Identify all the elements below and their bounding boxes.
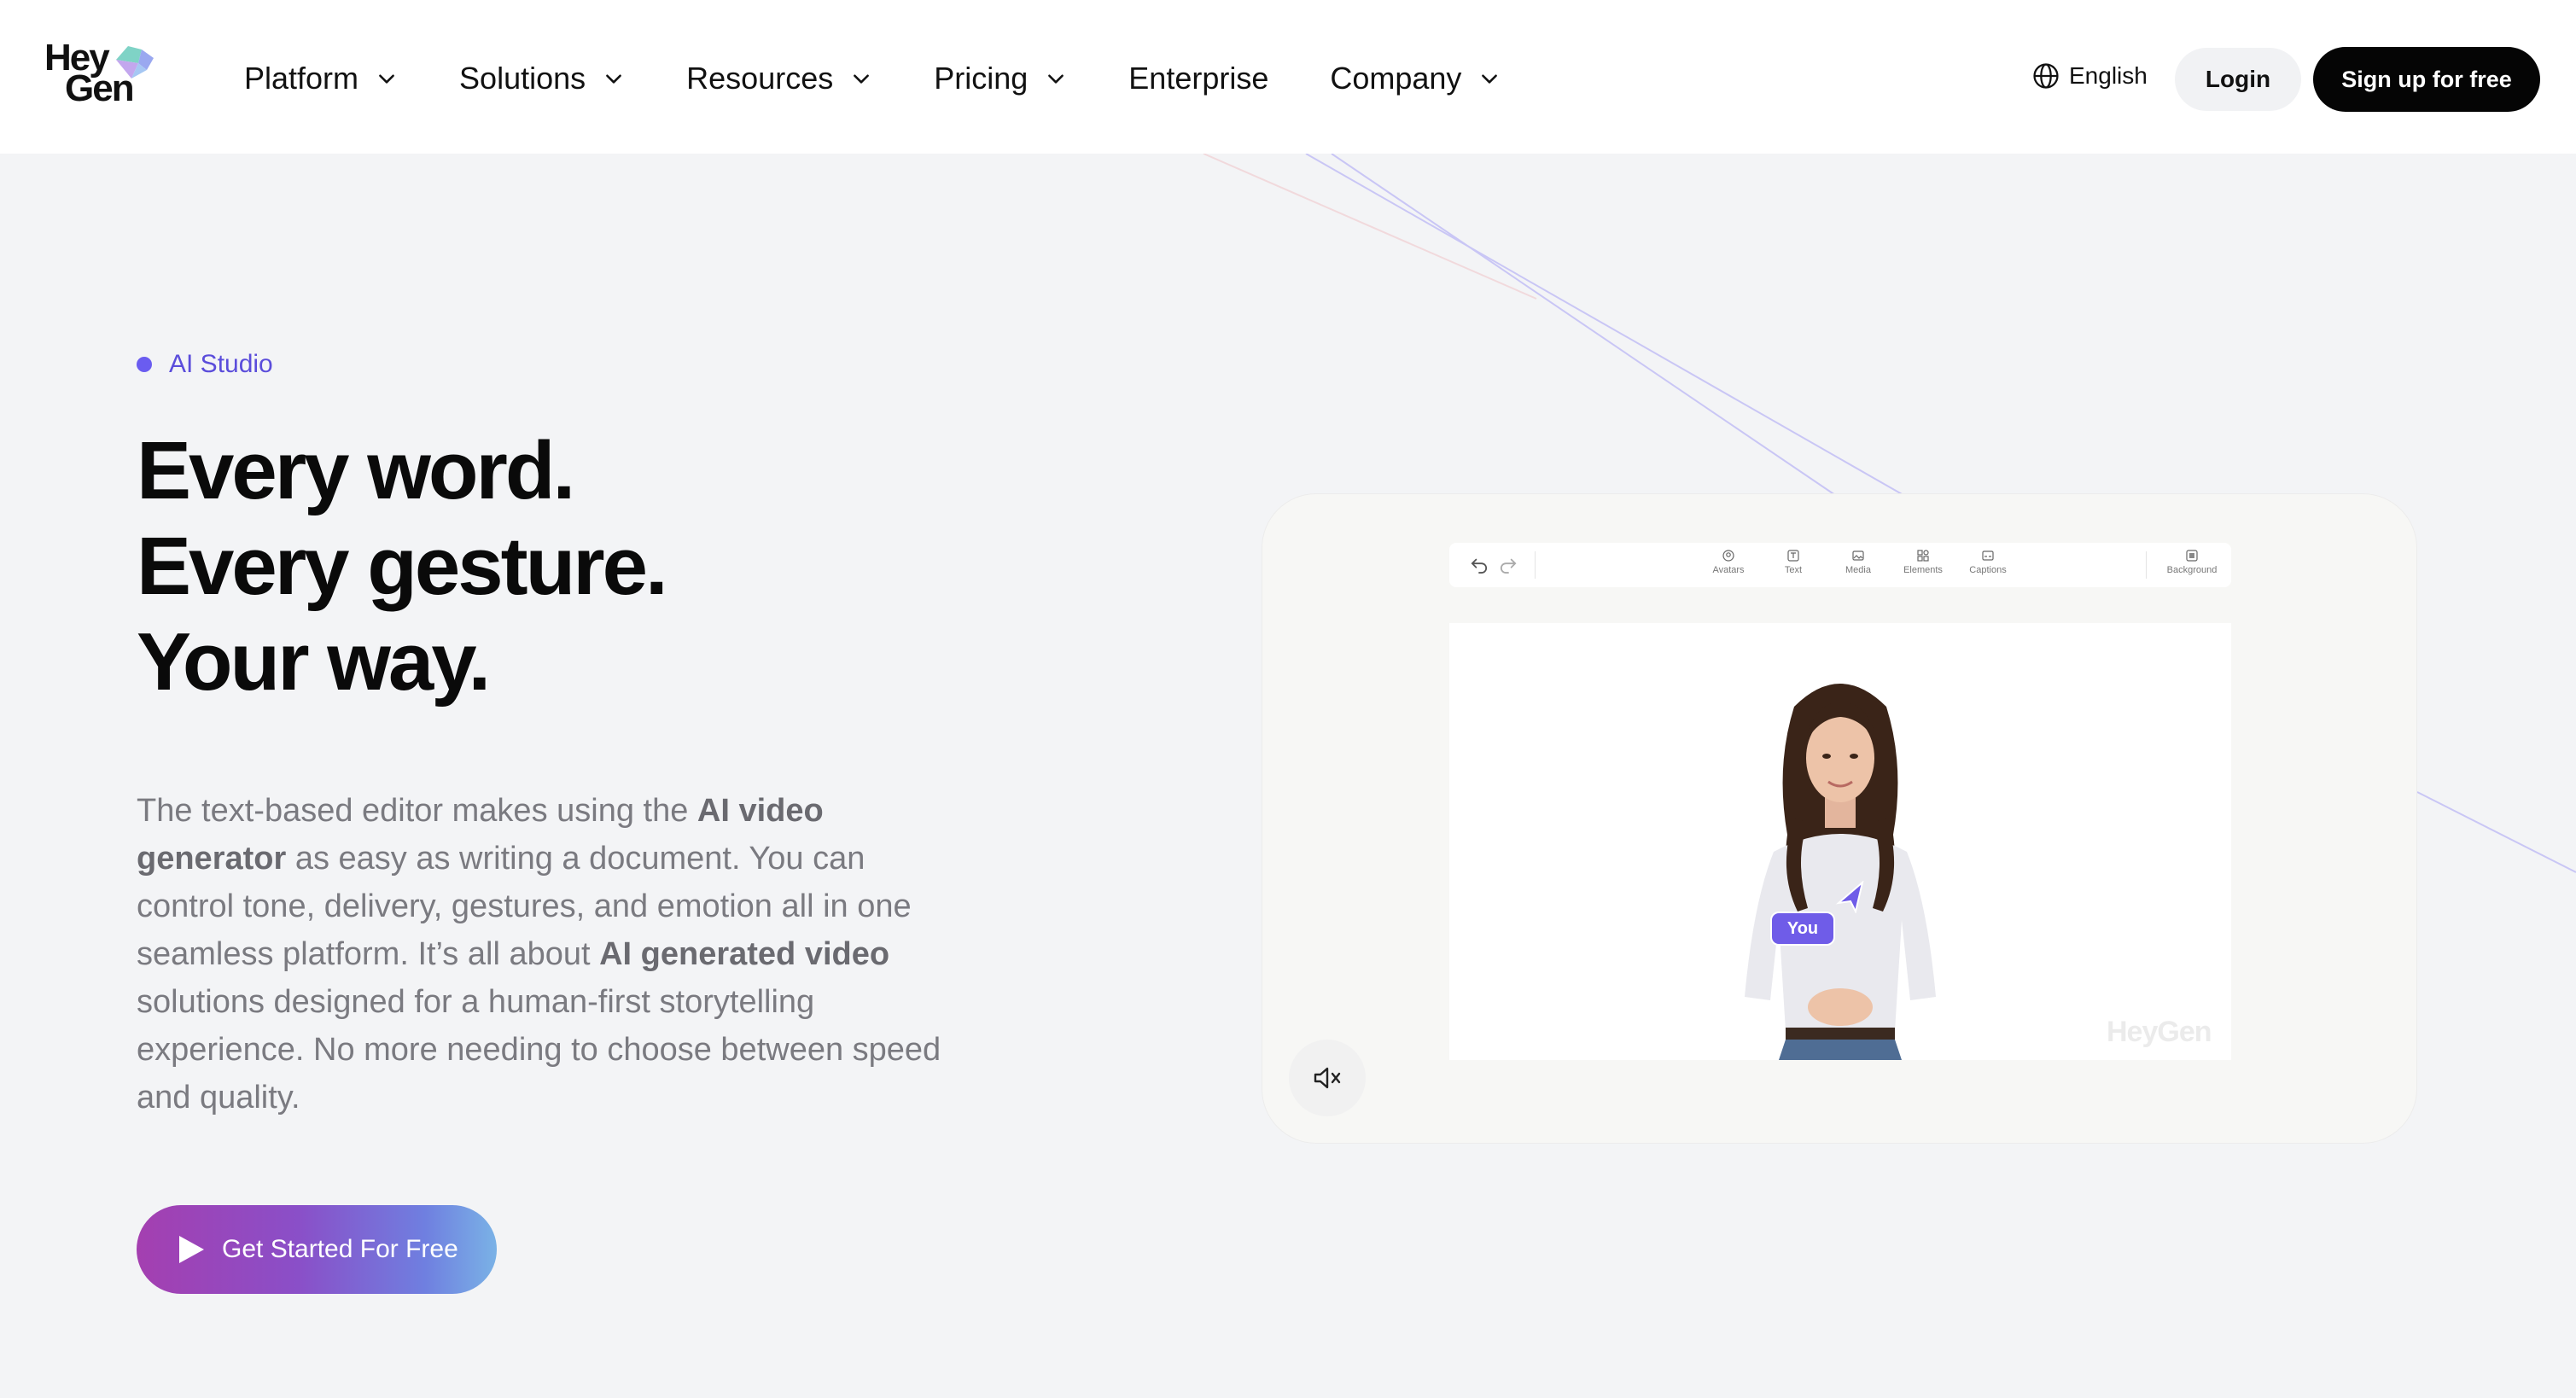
background-icon bbox=[2186, 550, 2198, 562]
nav-resources-label: Resources bbox=[686, 61, 834, 96]
tool-avatars-label: Avatars bbox=[1712, 565, 1745, 575]
site-header: Hey Gen Platform Solutions Resources Pri… bbox=[0, 0, 2576, 154]
video-canvas[interactable]: You HeyGen bbox=[1449, 623, 2231, 1060]
language-label: English bbox=[2069, 62, 2148, 89]
eyebrow-label: AI Studio bbox=[169, 350, 273, 378]
headline-line-3: Your way. bbox=[137, 616, 491, 708]
tool-background[interactable]: Background bbox=[2158, 550, 2226, 575]
image-icon bbox=[1852, 550, 1864, 561]
elements-icon bbox=[1917, 550, 1929, 562]
eyebrow-ai-studio: AI Studio bbox=[137, 350, 273, 379]
language-selector[interactable]: English bbox=[2031, 61, 2148, 90]
logo-gem-icon bbox=[116, 46, 154, 79]
headline-line-1: Every word. bbox=[137, 425, 575, 516]
toolbar-divider bbox=[2146, 551, 2147, 579]
tool-media-label: Media bbox=[1845, 565, 1871, 575]
eyebrow-dot bbox=[137, 357, 152, 372]
main-nav: Platform Solutions Resources Pricing Ent… bbox=[244, 53, 1562, 104]
undo-icon[interactable] bbox=[1470, 556, 1489, 574]
tool-background-label: Background bbox=[2166, 565, 2218, 575]
cursor-icon bbox=[1835, 881, 1864, 913]
heygen-watermark: HeyGen bbox=[2107, 1016, 2212, 1048]
description-part-3: solutions designed for a human-first sto… bbox=[137, 984, 941, 1115]
avatar-icon bbox=[1722, 550, 1734, 562]
collaborator-tag: You bbox=[1770, 912, 1835, 946]
get-started-button[interactable]: Get Started For Free bbox=[137, 1205, 497, 1294]
chevron-down-icon bbox=[1048, 74, 1064, 84]
editor-preview: Avatars Text Media Elements Captions Bac… bbox=[1262, 493, 2417, 1144]
get-started-label: Get Started For Free bbox=[222, 1235, 458, 1263]
play-icon bbox=[179, 1236, 204, 1263]
tool-media[interactable]: Media bbox=[1828, 550, 1888, 575]
nav-platform[interactable]: Platform bbox=[244, 61, 398, 96]
headline-line-2: Every gesture. bbox=[137, 521, 668, 612]
nav-pricing-label: Pricing bbox=[934, 61, 1029, 96]
chevron-down-icon bbox=[606, 74, 622, 84]
tool-elements[interactable]: Elements bbox=[1893, 550, 1953, 575]
description-part-1: The text-based editor makes using the bbox=[137, 793, 697, 829]
tool-elements-label: Elements bbox=[1903, 565, 1943, 575]
hero-headline: Every word. Every gesture. Your way. bbox=[137, 423, 668, 710]
captions-icon bbox=[1982, 550, 1994, 561]
chevron-down-icon bbox=[1482, 74, 1498, 84]
speaker-muted-icon bbox=[1314, 1067, 1341, 1089]
chevron-down-icon bbox=[854, 74, 870, 84]
chevron-down-icon bbox=[379, 74, 394, 84]
nav-company-label: Company bbox=[1330, 61, 1462, 96]
login-button[interactable]: Login bbox=[2175, 48, 2301, 111]
tool-avatars[interactable]: Avatars bbox=[1699, 550, 1758, 575]
toolbar-divider bbox=[1535, 551, 1536, 579]
mute-button[interactable] bbox=[1289, 1040, 1366, 1116]
nav-company[interactable]: Company bbox=[1330, 61, 1501, 96]
nav-solutions-label: Solutions bbox=[459, 61, 586, 96]
hero-description: The text-based editor makes using the AI… bbox=[137, 787, 956, 1121]
nav-pricing[interactable]: Pricing bbox=[934, 61, 1067, 96]
signup-button[interactable]: Sign up for free bbox=[2313, 47, 2540, 112]
tool-text[interactable]: Text bbox=[1763, 550, 1823, 575]
nav-solutions[interactable]: Solutions bbox=[459, 61, 625, 96]
heygen-logo[interactable]: Hey Gen bbox=[44, 39, 155, 111]
tool-text-label: Text bbox=[1784, 565, 1803, 575]
redo-icon[interactable] bbox=[1499, 556, 1518, 574]
presenter-avatar bbox=[1745, 684, 1936, 1060]
text-icon bbox=[1787, 550, 1799, 562]
globe-icon bbox=[2033, 63, 2059, 89]
nav-enterprise-label: Enterprise bbox=[1128, 61, 1269, 96]
editor-toolbar: Avatars Text Media Elements Captions Bac… bbox=[1449, 543, 2231, 587]
nav-resources[interactable]: Resources bbox=[686, 61, 872, 96]
nav-enterprise[interactable]: Enterprise bbox=[1128, 61, 1268, 96]
nav-platform-label: Platform bbox=[244, 61, 359, 96]
tool-captions-label: Captions bbox=[1969, 565, 2007, 575]
link-ai-generated-video[interactable]: AI generated video bbox=[599, 936, 889, 972]
tool-captions[interactable]: Captions bbox=[1958, 550, 2018, 575]
